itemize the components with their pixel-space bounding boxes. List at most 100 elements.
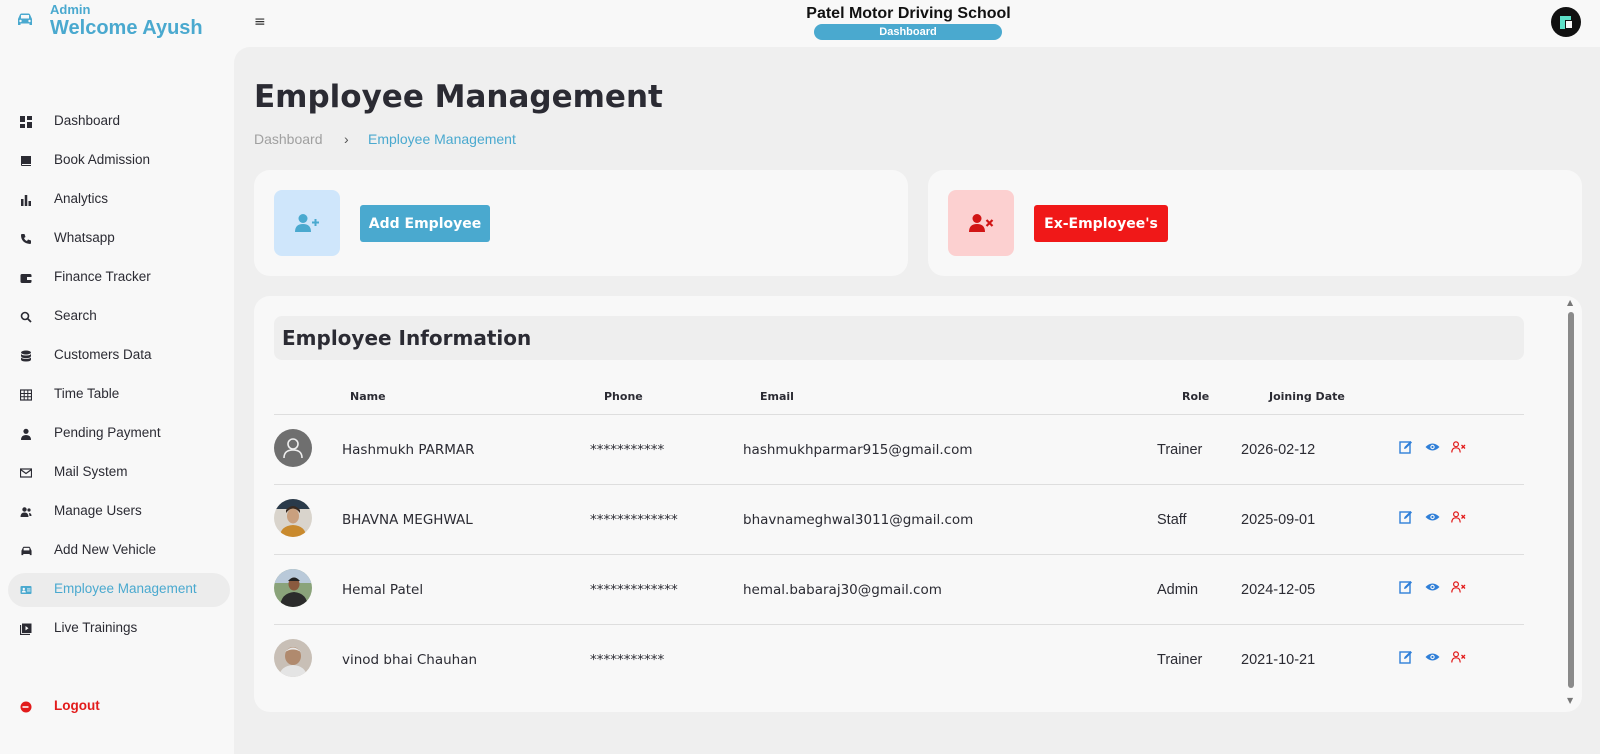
database-icon: [19, 349, 33, 363]
scroll-down-icon[interactable]: ▼: [1567, 696, 1573, 705]
sidebar: Dashboard Book Admission Analytics Whats…: [0, 47, 234, 754]
app-logo-icon[interactable]: [1551, 7, 1581, 37]
sidebar-item-book-admission[interactable]: Book Admission: [8, 144, 230, 178]
ex-employee-card: Ex-Employee's: [928, 170, 1582, 276]
dashboard-pill[interactable]: Dashboard: [814, 24, 1002, 40]
sidebar-item-manage-users[interactable]: Manage Users: [8, 495, 230, 529]
phone-icon: [19, 232, 33, 246]
logout-button[interactable]: Logout: [8, 690, 230, 724]
sidebar-item-label: Finance Tracker: [54, 269, 151, 284]
scroll-up-icon[interactable]: ▲: [1567, 298, 1573, 307]
remove-user-icon[interactable]: [1450, 509, 1466, 525]
sidebar-item-time-table[interactable]: Time Table: [8, 378, 230, 412]
table-scrollbar[interactable]: ▲ ▼: [1565, 298, 1577, 708]
employee-name: Hashmukh PARMAR: [342, 442, 475, 458]
user-role: Admin: [50, 2, 91, 17]
sidebar-item-label: Pending Payment: [54, 425, 161, 440]
sidebar-item-dashboard[interactable]: Dashboard: [8, 105, 230, 139]
sidebar-item-label: Time Table: [54, 386, 120, 401]
employee-role: Admin: [1157, 582, 1199, 598]
sidebar-item-label: Dashboard: [54, 113, 121, 128]
main-content: Employee Management Dashboard › Employee…: [234, 47, 1600, 754]
users-icon: [19, 505, 33, 519]
section-header: Employee Information: [274, 316, 1524, 360]
add-employee-card: Add Employee: [254, 170, 908, 276]
employee-email: hashmukhparmar915@gmail.com: [743, 442, 973, 458]
employee-phone: ***********: [590, 652, 665, 668]
table-row: vinod bhai Chauhan *********** Trainer 2…: [274, 624, 1524, 694]
section-title: Employee Information: [282, 326, 532, 350]
employee-joining-date: 2026-02-12: [1241, 442, 1316, 458]
search-icon: [19, 310, 33, 324]
employee-joining-date: 2024-12-05: [1241, 582, 1316, 598]
column-header-phone: Phone: [604, 390, 643, 403]
employee-name: vinod bhai Chauhan: [342, 652, 478, 668]
page-title: Employee Management: [254, 79, 663, 115]
edit-icon[interactable]: [1398, 509, 1414, 525]
ex-employees-button[interactable]: Ex-Employee's: [1034, 205, 1168, 242]
add-employee-button[interactable]: Add Employee: [360, 205, 490, 242]
sidebar-item-finance-tracker[interactable]: Finance Tracker: [8, 261, 230, 295]
sidebar-item-analytics[interactable]: Analytics: [8, 183, 230, 217]
menu-icon[interactable]: ≡: [254, 14, 266, 30]
avatar: [274, 639, 312, 677]
welcome-text: Welcome Ayush: [50, 17, 203, 39]
sidebar-item-add-new-vehicle[interactable]: Add New Vehicle: [8, 534, 230, 568]
sidebar-item-label: Live Trainings: [54, 620, 138, 635]
column-header-name: Name: [350, 390, 386, 403]
sidebar-item-search[interactable]: Search: [8, 300, 230, 334]
sidebar-item-mail-system[interactable]: Mail System: [8, 456, 230, 490]
view-icon[interactable]: [1424, 439, 1440, 455]
remove-user-icon[interactable]: [1450, 439, 1466, 455]
employee-phone: ***********: [590, 442, 665, 458]
sidebar-item-label: Add New Vehicle: [54, 542, 157, 557]
edit-icon[interactable]: [1398, 579, 1414, 595]
edit-icon[interactable]: [1398, 649, 1414, 665]
view-icon[interactable]: [1424, 649, 1440, 665]
id-card-icon: [19, 583, 33, 597]
breadcrumb-separator: ›: [344, 131, 349, 147]
employee-email: bhavnameghwal3011@gmail.com: [743, 512, 974, 528]
sidebar-item-label: Customers Data: [54, 347, 152, 362]
column-header-joining-date: Joining Date: [1269, 390, 1345, 403]
car-icon: [19, 544, 33, 558]
sidebar-item-employee-management[interactable]: Employee Management: [8, 573, 230, 607]
edit-icon[interactable]: [1398, 439, 1414, 455]
column-header-role: Role: [1182, 390, 1210, 403]
bar-chart-icon: [19, 193, 33, 207]
employee-phone: *************: [590, 582, 678, 598]
table-row: Hashmukh PARMAR *********** hashmukhparm…: [274, 414, 1524, 484]
avatar: [274, 569, 312, 607]
employee-table-card: Employee Information Name Phone Email Ro…: [254, 296, 1582, 712]
sidebar-item-live-trainings[interactable]: Live Trainings: [8, 612, 230, 646]
scrollbar-thumb[interactable]: [1568, 312, 1574, 688]
employee-name: Hemal Patel: [342, 582, 424, 598]
view-icon[interactable]: [1424, 579, 1440, 595]
remove-user-icon[interactable]: [1450, 649, 1466, 665]
sidebar-item-label: Employee Management: [54, 581, 197, 596]
employee-email: hemal.babaraj30@gmail.com: [743, 582, 942, 598]
breadcrumb-home[interactable]: Dashboard: [254, 131, 323, 147]
column-header-email: Email: [760, 390, 794, 403]
mail-icon: [19, 466, 33, 480]
remove-user-icon: [948, 190, 1014, 256]
sidebar-item-pending-payment[interactable]: Pending Payment: [8, 417, 230, 451]
sidebar-item-customers-data[interactable]: Customers Data: [8, 339, 230, 373]
app-title: Patel Motor Driving School: [806, 5, 1011, 22]
table-icon: [19, 388, 33, 402]
logout-icon: [19, 700, 33, 714]
wallet-icon: [19, 271, 33, 285]
sidebar-item-label: Manage Users: [54, 503, 142, 518]
car-icon: [18, 13, 32, 25]
employee-phone: *************: [590, 512, 678, 528]
table-row: Hemal Patel ************* hemal.babaraj3…: [274, 554, 1524, 624]
book-icon: [19, 154, 33, 168]
employee-role: Trainer: [1157, 442, 1203, 458]
view-icon[interactable]: [1424, 509, 1440, 525]
remove-user-icon[interactable]: [1450, 579, 1466, 595]
logout-label: Logout: [54, 698, 100, 713]
sidebar-item-label: Whatsapp: [54, 230, 115, 245]
sidebar-item-whatsapp[interactable]: Whatsapp: [8, 222, 230, 256]
add-user-icon: [274, 190, 340, 256]
person-icon: [19, 427, 33, 441]
